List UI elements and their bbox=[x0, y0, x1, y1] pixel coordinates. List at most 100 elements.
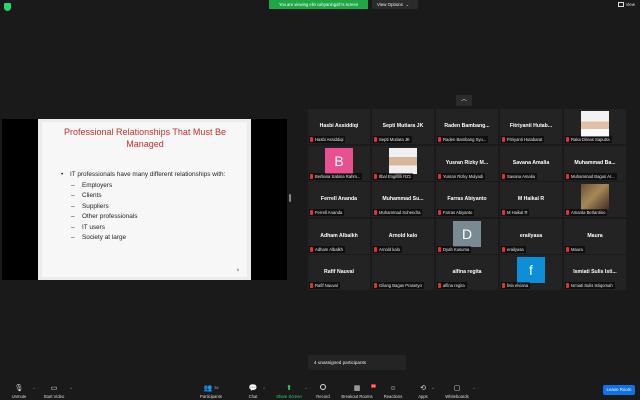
participant-display-name: erailyasa bbox=[519, 232, 543, 239]
unmute-button[interactable]: 🎙 Unmute ^ bbox=[8, 384, 35, 399]
participant-name-label: fela elviana bbox=[501, 282, 531, 289]
participant-display-name: Hasbi Assiddiqi bbox=[319, 123, 359, 129]
participant-tile[interactable]: M Haikal R M Haikal R bbox=[500, 182, 562, 217]
viewing-banner: You are viewing elin cahyaningsih's scre… bbox=[269, 0, 368, 9]
security-shield-icon[interactable] bbox=[4, 3, 11, 11]
participant-tile[interactable]: Savana Amalia Savana Amalia bbox=[500, 145, 562, 181]
presentation-slide: Professional Relationships That Must Be … bbox=[38, 119, 251, 280]
top-bar: You are viewing elin cahyaningsih's scre… bbox=[0, 0, 640, 11]
view-button[interactable]: View bbox=[617, 2, 635, 7]
participant-tile[interactable]: Adham Albalkh Adham Albalkh bbox=[308, 218, 370, 254]
gallery-page-up-button[interactable]: ︿ bbox=[456, 95, 472, 106]
participant-tile[interactable]: Muhammad Su... Muhammad Suhendra bbox=[372, 182, 434, 217]
participant-name-label: Maura bbox=[565, 245, 585, 253]
participant-avatar: B bbox=[325, 147, 353, 174]
participant-tile[interactable]: Ferrell Ananda Ferrell Ananda bbox=[308, 182, 370, 217]
apps-button[interactable]: ⟲ Apps ^ bbox=[417, 384, 434, 399]
apps-label: Apps bbox=[418, 394, 428, 399]
participant-display-name: M Haikal R bbox=[517, 196, 545, 202]
chat-button[interactable]: 💬 Chat ^ bbox=[246, 384, 265, 399]
breakout-rooms-icon: ▦ 19 bbox=[353, 384, 376, 392]
participants-icon: 👥 38 bbox=[203, 385, 219, 392]
participant-gallery: Hasbi Assiddiqi Hasbi Assiddiqi Septi Muti… bbox=[308, 109, 628, 293]
whiteboards-button[interactable]: ▢ Whiteboards ^ bbox=[444, 384, 475, 399]
breakout-rooms-button[interactable]: ▦ 19 Breakout Rooms bbox=[340, 384, 376, 399]
video-camera-off-icon: ▭ bbox=[50, 385, 58, 392]
share-options-caret[interactable]: ^ bbox=[305, 386, 307, 391]
participant-tile[interactable]: Septi Mutiara JK Septi Mutiara JK bbox=[372, 109, 434, 144]
participants-button[interactable]: 👥 38 Participants bbox=[198, 384, 224, 399]
breakout-rooms-label: Breakout Rooms bbox=[341, 394, 373, 399]
unmute-options-caret[interactable]: ^ bbox=[33, 386, 35, 391]
participant-video bbox=[581, 111, 609, 137]
participant-tile[interactable]: erailyasa erailyasa bbox=[500, 218, 562, 254]
record-button[interactable]: Record bbox=[315, 384, 331, 399]
share-screen-button[interactable]: ⬆ Share Screen ^ bbox=[276, 384, 307, 399]
unassigned-participants-notice[interactable]: 4 unassigned participants bbox=[308, 355, 406, 370]
participant-tile[interactable]: Maura Maura bbox=[564, 218, 626, 254]
apps-options-caret[interactable]: ^ bbox=[432, 386, 434, 391]
participant-name-label: Muhammad Suhendra bbox=[373, 209, 423, 216]
split-divider-handle[interactable] bbox=[289, 194, 291, 202]
view-options-button[interactable]: View Options ⌄ bbox=[372, 0, 418, 9]
participant-tile[interactable]: D Dyah Kusuma bbox=[436, 218, 498, 254]
participant-tile[interactable]: Hasbi Assiddiqi Hasbi Assiddiqi bbox=[308, 109, 370, 144]
participant-name-label: Berliana Sabina Rahm... bbox=[309, 172, 363, 180]
whiteboards-options-caret[interactable]: ^ bbox=[473, 386, 475, 391]
leave-room-button[interactable]: Leave Room bbox=[603, 385, 635, 395]
participant-tile[interactable]: Yusran Rizky M... Yusran Rizky Mulyadi bbox=[436, 145, 498, 181]
chat-options-caret[interactable]: ^ bbox=[263, 386, 265, 391]
participant-tile[interactable]: Amanta Berlantino bbox=[564, 182, 626, 217]
participant-display-name: Rafif Nauval bbox=[324, 269, 354, 275]
meeting-toolbar: 🎙 Unmute ^ ▭ Start Video ^ 👥 38 Particip… bbox=[0, 380, 640, 400]
participant-tile[interactable]: Fitriyanti Hutab... Fitriyanti Hutabarat bbox=[500, 109, 562, 144]
participant-name-label: erailyasa bbox=[501, 245, 526, 253]
chat-label: Chat bbox=[248, 394, 258, 399]
reactions-label: Reactions bbox=[383, 394, 403, 399]
participant-tile[interactable]: f fela elviana bbox=[500, 255, 562, 290]
slide-subitem: Suppliers bbox=[61, 202, 241, 213]
whiteboard-icon: ▢ bbox=[453, 385, 461, 392]
participant-name-label: Ismiati Sulis Istiqomah bbox=[565, 282, 615, 289]
participant-avatar: D bbox=[453, 220, 481, 247]
participant-tile[interactable]: Raka Dimas Saputra bbox=[564, 109, 626, 144]
participant-display-name: Maura bbox=[587, 232, 603, 239]
participant-display-name: Yusran Rizky M... bbox=[445, 159, 489, 166]
participant-name-label: Dyah Kusuma bbox=[437, 245, 472, 253]
share-screen-icon: ⬆ bbox=[286, 385, 292, 392]
chevron-up-icon: ︿ bbox=[460, 97, 467, 103]
participant-name-label: Raden Bambang Syu... bbox=[437, 136, 489, 143]
participant-tile[interactable]: Ismiati Sulis Isti... Ismiati Sulis Istiq… bbox=[564, 255, 626, 290]
participant-name-label: Muhammad Bagus Ar... bbox=[565, 172, 617, 180]
reactions-button[interactable]: ☺ Reactions bbox=[382, 384, 404, 399]
participant-name-label: Amanta Berlantino bbox=[565, 209, 608, 216]
participant-display-name: Ismiati Sulis Isti... bbox=[573, 269, 617, 275]
microphone-muted-icon: 🎙 bbox=[14, 385, 24, 392]
participant-tile[interactable]: alfina regita alfina regita bbox=[436, 255, 498, 290]
participant-tile[interactable]: Arnold kalo Arnold kalo bbox=[372, 218, 434, 254]
participant-display-name: Adham Albalkh bbox=[320, 232, 358, 239]
participant-tile[interactable]: Ilbal Engilfilli RZ1 bbox=[372, 145, 434, 181]
participant-tile[interactable]: Raden Bambang... Raden Bambang Syu... bbox=[436, 109, 498, 144]
participant-name-label: Savana Amalia bbox=[501, 172, 537, 180]
apps-icon: ⟲ bbox=[420, 385, 426, 392]
participant-display-name: Septi Mutiara JK bbox=[382, 123, 424, 129]
participant-tile[interactable]: Gilang Bagas Prasetyo bbox=[372, 255, 434, 290]
participant-tile[interactable]: Farras Abiyanto Farras Abiyanto bbox=[436, 182, 498, 217]
slide-bullet: IT professionals have many different rel… bbox=[61, 170, 241, 181]
start-video-button[interactable]: ▭ Start Video ^ bbox=[41, 384, 72, 399]
participant-name-label: Adham Albalkh bbox=[309, 245, 345, 253]
video-options-caret[interactable]: ^ bbox=[70, 386, 72, 391]
grid-view-icon bbox=[617, 2, 624, 7]
participant-tile[interactable]: B Berliana Sabina Rahm... bbox=[308, 145, 370, 181]
participant-name-label: Arnold kalo bbox=[373, 245, 402, 253]
participant-tile[interactable]: Rafif Nauval Rafif Nauval bbox=[308, 255, 370, 290]
participant-display-name: Raden Bambang... bbox=[444, 123, 490, 129]
participants-label: Participants bbox=[200, 394, 222, 399]
slide-subitem: IT users bbox=[61, 223, 241, 234]
slide-subitem: Other professionals bbox=[61, 212, 241, 223]
chevron-down-icon: ⌄ bbox=[405, 2, 410, 7]
whiteboards-label: Whiteboards bbox=[445, 394, 469, 399]
participant-tile[interactable]: Muhammad Ba... Muhammad Bagus Ar... bbox=[564, 145, 626, 181]
share-screen-label: Share Screen bbox=[276, 394, 302, 399]
